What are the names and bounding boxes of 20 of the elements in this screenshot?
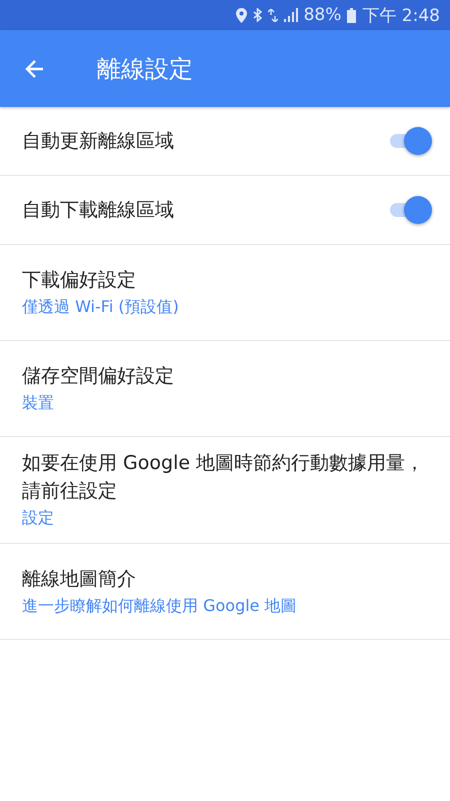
setting-title: 如要在使用 Google 地圖時節約行動數據用量，請前往設定 [22,451,426,504]
setting-link[interactable]: 裝置 [22,392,428,414]
setting-link[interactable]: 設定 [22,507,428,529]
signal-icon [284,8,298,22]
setting-title: 自動更新離線區域 [22,129,175,154]
battery-icon [347,8,356,22]
setting-title: 離線地圖簡介 [22,566,137,592]
toggle-switch[interactable] [388,196,432,224]
setting-link[interactable]: 僅透過 Wi-Fi (預設值) [22,296,428,318]
setting-title: 儲存空間偏好設定 [22,364,175,388]
clock-time: 下午 2:48 [362,4,440,26]
bluetooth-icon [252,8,262,22]
screen-title: 離線設定 [97,54,193,84]
location-icon [236,8,247,22]
setting-link[interactable]: 進一步瞭解如何離線使用 Google 地圖 [22,594,428,616]
data-arrows-icon [268,8,278,22]
battery-percent: 88% [304,5,342,25]
toggle-switch[interactable] [388,127,432,155]
setting-title: 下載偏好設定 [22,268,137,292]
setting-title: 自動下載離線區域 [22,198,175,223]
